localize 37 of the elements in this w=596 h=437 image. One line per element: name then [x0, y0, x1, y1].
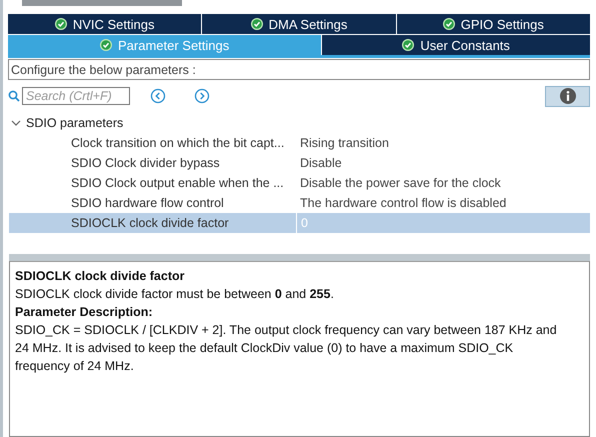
group-label: SDIO parameters: [26, 116, 124, 130]
check-icon: [250, 18, 263, 30]
previous-button[interactable]: [150, 88, 166, 104]
parameter-row[interactable]: SDIO hardware flow control The hardware control flow is disabled: [9, 193, 590, 213]
parameter-value: Disable the power save for the clock: [299, 175, 502, 192]
check-icon: [100, 39, 112, 51]
parameter-name: SDIO Clock divider bypass: [70, 156, 221, 170]
parameter-row[interactable]: SDIOCLK clock divide factor 0: [9, 213, 590, 233]
parameter-name: Clock transition on which the bit capt...: [70, 136, 286, 150]
parameter-name: SDIO Clock output enable when the ...: [70, 176, 285, 190]
next-button[interactable]: [194, 88, 210, 104]
info-icon: [560, 88, 576, 104]
parameter-row[interactable]: Clock transition on which the bit capt... Rising transition: [9, 133, 590, 153]
check-icon: [402, 39, 414, 51]
configure-label: Configure the below parameters :: [11, 62, 196, 76]
settings-tab[interactable]: DMA Settings: [202, 14, 396, 34]
parameter-value: The hardware control flow is disabled: [299, 195, 508, 212]
parameter-row[interactable]: SDIO Clock output enable when the ... Disable the power save for the clock: [9, 173, 590, 193]
description-body: SDIO_CK = SDIOCLK / [CLKDIV + 2]. The output clock frequency can vary between 187 KHz and 24 MHz. It is advised to keep the default ClockDiv value (0) to have a maximum SDIO_CK frequency of 24 MHz.: [15, 322, 558, 375]
chevron-down-icon[interactable]: [11, 118, 21, 128]
settings-tab[interactable]: GPIO Settings: [396, 14, 590, 34]
description-range: SDIOCLK clock divide factor must be between 0 and 255.: [15, 286, 335, 303]
parameter-name: SDIOCLK clock divide factor: [70, 216, 230, 230]
description-heading: Parameter Description:: [15, 304, 154, 321]
search-icon: [8, 90, 20, 102]
description-title: SDIOCLK clock divide factor: [15, 268, 186, 285]
check-icon: [442, 18, 455, 30]
search-field[interactable]: Search (Crtl+F): [22, 87, 130, 105]
settings-tab[interactable]: NVIC Settings: [8, 14, 202, 34]
parameter-name: SDIO hardware flow control: [70, 196, 225, 210]
info-button[interactable]: [545, 86, 590, 106]
settings-tab[interactable]: User Constants: [322, 35, 590, 55]
check-icon: [54, 18, 67, 30]
parameter-value: 0: [296, 213, 590, 233]
parameter-value: Rising transition: [299, 135, 390, 152]
parameter-value: Disable: [299, 155, 343, 172]
parameter-row[interactable]: SDIO Clock divider bypass Disable: [9, 153, 590, 173]
